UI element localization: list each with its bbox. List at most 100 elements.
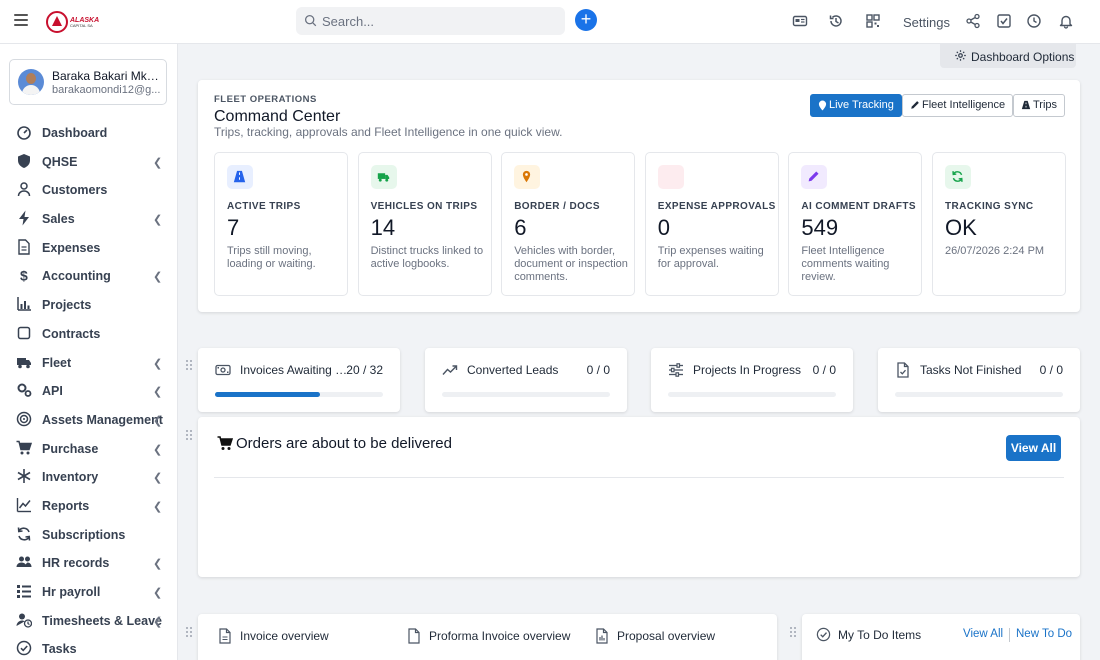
pencil-icon	[911, 101, 919, 109]
file-icon	[219, 628, 231, 644]
widget-count: 0 / 0	[586, 363, 610, 377]
stat-card-vehicles-on-trips[interactable]: VEHICLES ON TRIPS 14 Distinct trucks linke…	[357, 152, 492, 296]
sidebar-item-label: Subscriptions	[42, 527, 126, 542]
widget-tasks-not-finished[interactable]: Tasks Not Finished 0 / 0	[878, 348, 1080, 412]
sidebar-item-label: Tasks	[42, 642, 77, 657]
stat-label: EXPENSE APPROVALS	[657, 201, 776, 212]
drag-handle-icon[interactable]	[790, 627, 798, 637]
check-circle-icon	[816, 627, 831, 642]
menu-toggle-icon[interactable]	[14, 14, 28, 26]
logo-tagline: CAPITAL SA	[70, 22, 93, 28]
drag-handle-icon[interactable]	[186, 627, 194, 637]
history-icon[interactable]	[828, 13, 844, 29]
file-chart-icon	[596, 628, 608, 644]
sidebar-item-contracts[interactable]: Contracts	[0, 319, 177, 348]
bell-icon[interactable]	[1058, 13, 1074, 29]
dashboard-options-label: Dashboard Options	[971, 50, 1075, 64]
sidebar-item-projects[interactable]: Projects	[0, 290, 177, 319]
truck-icon	[17, 357, 31, 368]
clock-icon[interactable]	[1026, 13, 1042, 29]
stat-card-tracking-sync[interactable]: TRACKING SYNC OK 26/07/2026 2:24 PM	[932, 152, 1066, 296]
sidebar-item-label: Purchase	[42, 441, 99, 456]
share-icon[interactable]	[965, 13, 981, 29]
settings-link[interactable]: Settings	[903, 15, 950, 30]
drag-handle-icon[interactable]	[186, 430, 194, 440]
sidebar-item-assets-management[interactable]: Assets Management ❮	[0, 405, 177, 434]
sidebar-item-timesheets-leave[interactable]: Timesheets & Leave ❮	[0, 606, 177, 635]
refresh-icon	[17, 527, 31, 541]
sidebar-item-inventory[interactable]: Inventory ❮	[0, 462, 177, 491]
widget-projects-in-progress[interactable]: Projects In Progress 0 / 0	[651, 348, 853, 412]
stat-card-ai-comment-drafts[interactable]: AI COMMENT DRAFTS 549 Fleet Intelligence c…	[788, 152, 923, 296]
live-tracking-button[interactable]: Live Tracking	[810, 94, 902, 117]
cart-icon	[16, 440, 32, 455]
stat-card-expense-approvals[interactable]: EXPENSE APPROVALS 0 Trip expenses waiting …	[644, 152, 779, 296]
sliders-icon	[669, 363, 683, 377]
stat-value: 6	[514, 215, 527, 240]
dashboard-options-button[interactable]: Dashboard Options	[940, 44, 1076, 68]
company-logo[interactable]: ALASKA CAPITAL SA	[46, 9, 104, 35]
sidebar-item-expenses[interactable]: Expenses	[0, 233, 177, 262]
top-bar: ALASKA CAPITAL SA + Settings	[0, 0, 1100, 44]
sidebar-item-label: Accounting	[42, 269, 111, 284]
sidebar-item-label: Assets Management	[42, 412, 163, 427]
sidebar-item-qhse[interactable]: QHSE ❮	[0, 147, 177, 176]
sidebar-item-accounting[interactable]: $ Accounting ❮	[0, 261, 177, 290]
sidebar-item-hr-payroll[interactable]: Hr payroll ❮	[0, 577, 177, 606]
chevron-left-icon: ❮	[153, 472, 163, 485]
file-icon	[18, 239, 30, 255]
road-icon	[1021, 100, 1031, 110]
sidebar: Baraka Bakari Mkan... barakaomondi12@g..…	[0, 44, 178, 660]
widget-invoices-awaiting-payment[interactable]: Invoices Awaiting Payment20 / 32	[198, 348, 400, 412]
money-icon	[215, 364, 231, 376]
sidebar-item-subscriptions[interactable]: Subscriptions	[0, 520, 177, 549]
stat-icon-badge	[514, 165, 541, 189]
command-center-eyebrow: FLEET OPERATIONS	[214, 94, 317, 105]
stat-card-active-trips[interactable]: ACTIVE TRIPS 7 Trips still moving, loading…	[214, 152, 348, 296]
sidebar-item-label: QHSE	[42, 154, 78, 169]
search-input[interactable]	[322, 11, 558, 31]
road-icon	[233, 170, 246, 183]
sidebar-item-purchase[interactable]: Purchase ❮	[0, 434, 177, 463]
gear-icon	[955, 50, 966, 61]
user-email: barakaomondi12@g...	[52, 84, 161, 96]
sidebar-item-tasks[interactable]: Tasks	[0, 634, 177, 660]
sidebar-item-fleet[interactable]: Fleet ❮	[0, 348, 177, 377]
drag-handle-icon[interactable]	[186, 360, 194, 370]
trend-icon	[442, 365, 458, 375]
sidebar-item-customers[interactable]: Customers	[0, 175, 177, 204]
tab-label: Proforma Invoice overview	[429, 629, 571, 643]
stat-description: Fleet Intelligence comments waiting revi…	[801, 245, 890, 283]
trips-button[interactable]: Trips	[1013, 94, 1066, 117]
orders-view-all-button[interactable]: View All	[1006, 435, 1061, 461]
search-icon	[304, 14, 317, 27]
divider	[1009, 628, 1010, 642]
stat-card-border-docs[interactable]: BORDER / DOCS 6 Vehicles with border, docu…	[501, 152, 636, 296]
gauge-icon	[17, 126, 31, 140]
stat-description: Vehicles with border, document or inspec…	[514, 245, 628, 283]
user-profile-card[interactable]: Baraka Bakari Mkan... barakaomondi12@g..…	[9, 59, 167, 105]
qr-code-icon[interactable]	[865, 13, 881, 29]
checkbox-icon[interactable]	[996, 13, 1012, 29]
widget-converted-leads[interactable]: Converted Leads 0 / 0	[425, 348, 627, 412]
svg-text:$: $	[20, 268, 28, 284]
fleet-intelligence-button[interactable]: Fleet Intelligence	[902, 94, 1014, 117]
widget-label: Projects In Progress	[693, 363, 802, 377]
todo-panel: My To Do Items View All New To Do	[802, 614, 1080, 660]
progress-bar	[215, 392, 383, 397]
new-todo-link[interactable]: New To Do	[1016, 628, 1072, 640]
receipt-icon	[664, 170, 677, 183]
logo-mark-icon	[46, 11, 68, 33]
id-card-icon[interactable]	[792, 13, 808, 29]
chevron-left-icon: ❮	[153, 386, 163, 399]
sidebar-item-api[interactable]: API ❮	[0, 376, 177, 405]
sidebar-item-label: API	[42, 384, 63, 399]
sidebar-item-sales[interactable]: Sales ❮	[0, 204, 177, 233]
sidebar-item-hr-records[interactable]: HR records ❮	[0, 548, 177, 577]
stat-description: Trip expenses waiting for approval.	[657, 245, 764, 270]
todo-view-all-link[interactable]: View All	[963, 628, 1003, 640]
sidebar-item-dashboard[interactable]: Dashboard	[0, 118, 177, 147]
search-box[interactable]	[296, 7, 565, 35]
quick-create-button[interactable]: +	[575, 9, 597, 31]
sidebar-item-reports[interactable]: Reports ❮	[0, 491, 177, 520]
